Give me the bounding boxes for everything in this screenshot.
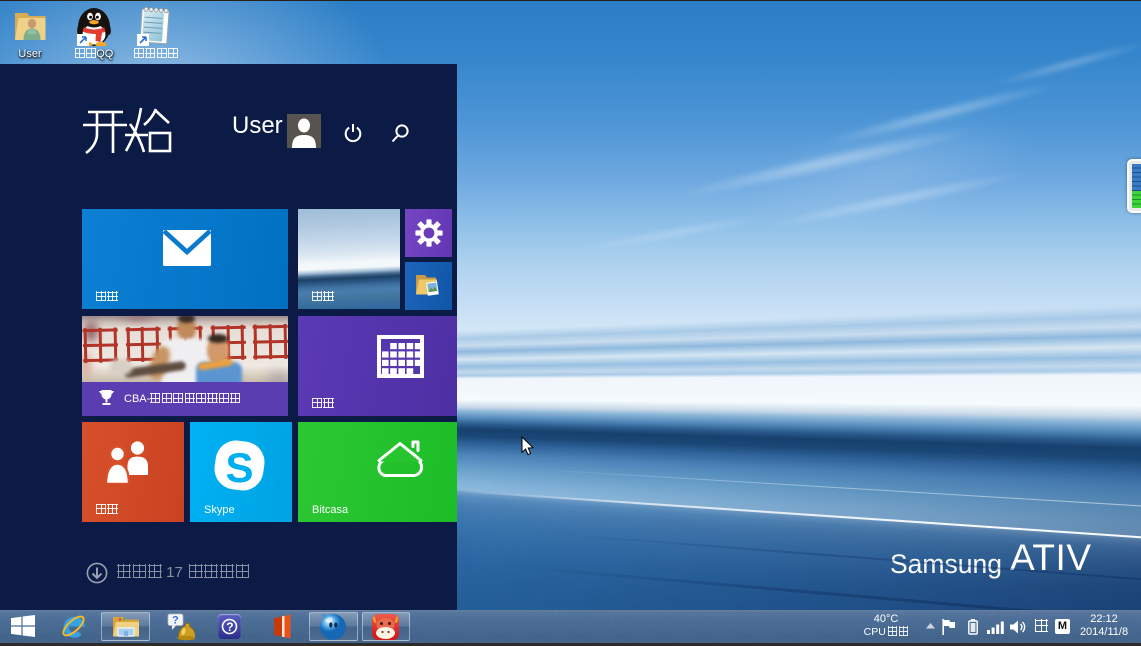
svg-text:?: ? [226, 620, 233, 634]
svg-text:?: ? [172, 615, 179, 627]
